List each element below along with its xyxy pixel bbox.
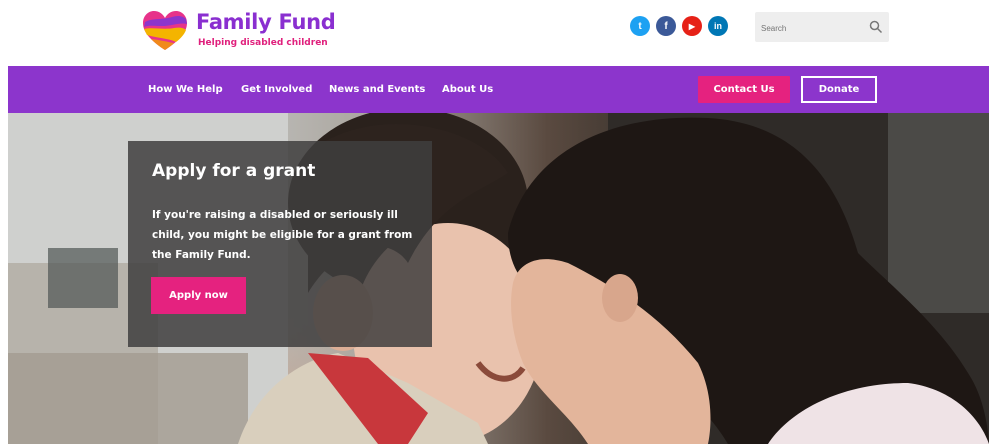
linkedin-icon[interactable]: in xyxy=(708,16,728,36)
twitter-icon[interactable]: t xyxy=(630,16,650,36)
contact-us-button[interactable]: Contact Us xyxy=(698,76,790,103)
search-icon[interactable] xyxy=(869,20,883,34)
site-header: Family Fund Helping disabled children t … xyxy=(0,0,989,66)
search-box xyxy=(755,12,889,42)
site-logo[interactable]: Family Fund Helping disabled children xyxy=(142,8,342,58)
youtube-icon[interactable]: ▶ xyxy=(682,16,702,36)
social-links: t f ▶ in xyxy=(630,16,728,36)
brand-tagline: Helping disabled children xyxy=(198,38,328,48)
nav-item-about-us[interactable]: About Us xyxy=(442,84,493,95)
nav-item-how-we-help[interactable]: How We Help xyxy=(148,84,223,95)
donate-button[interactable]: Donate xyxy=(801,76,877,103)
nav-item-get-involved[interactable]: Get Involved xyxy=(241,84,312,95)
nav-item-news-and-events[interactable]: News and Events xyxy=(329,84,425,95)
brand-name: Family Fund xyxy=(196,10,336,34)
facebook-icon[interactable]: f xyxy=(656,16,676,36)
hero-overlay-panel: Apply for a grant If you're raising a di… xyxy=(128,141,432,347)
hero-banner: Apply for a grant If you're raising a di… xyxy=(8,113,989,444)
hero-title: Apply for a grant xyxy=(152,161,316,181)
heart-logo-icon xyxy=(143,11,187,50)
search-input[interactable] xyxy=(759,18,863,38)
main-nav: How We Help Get Involved News and Events… xyxy=(8,66,989,113)
apply-now-button[interactable]: Apply now xyxy=(151,277,246,314)
hero-description: If you're raising a disabled or seriousl… xyxy=(152,209,413,261)
